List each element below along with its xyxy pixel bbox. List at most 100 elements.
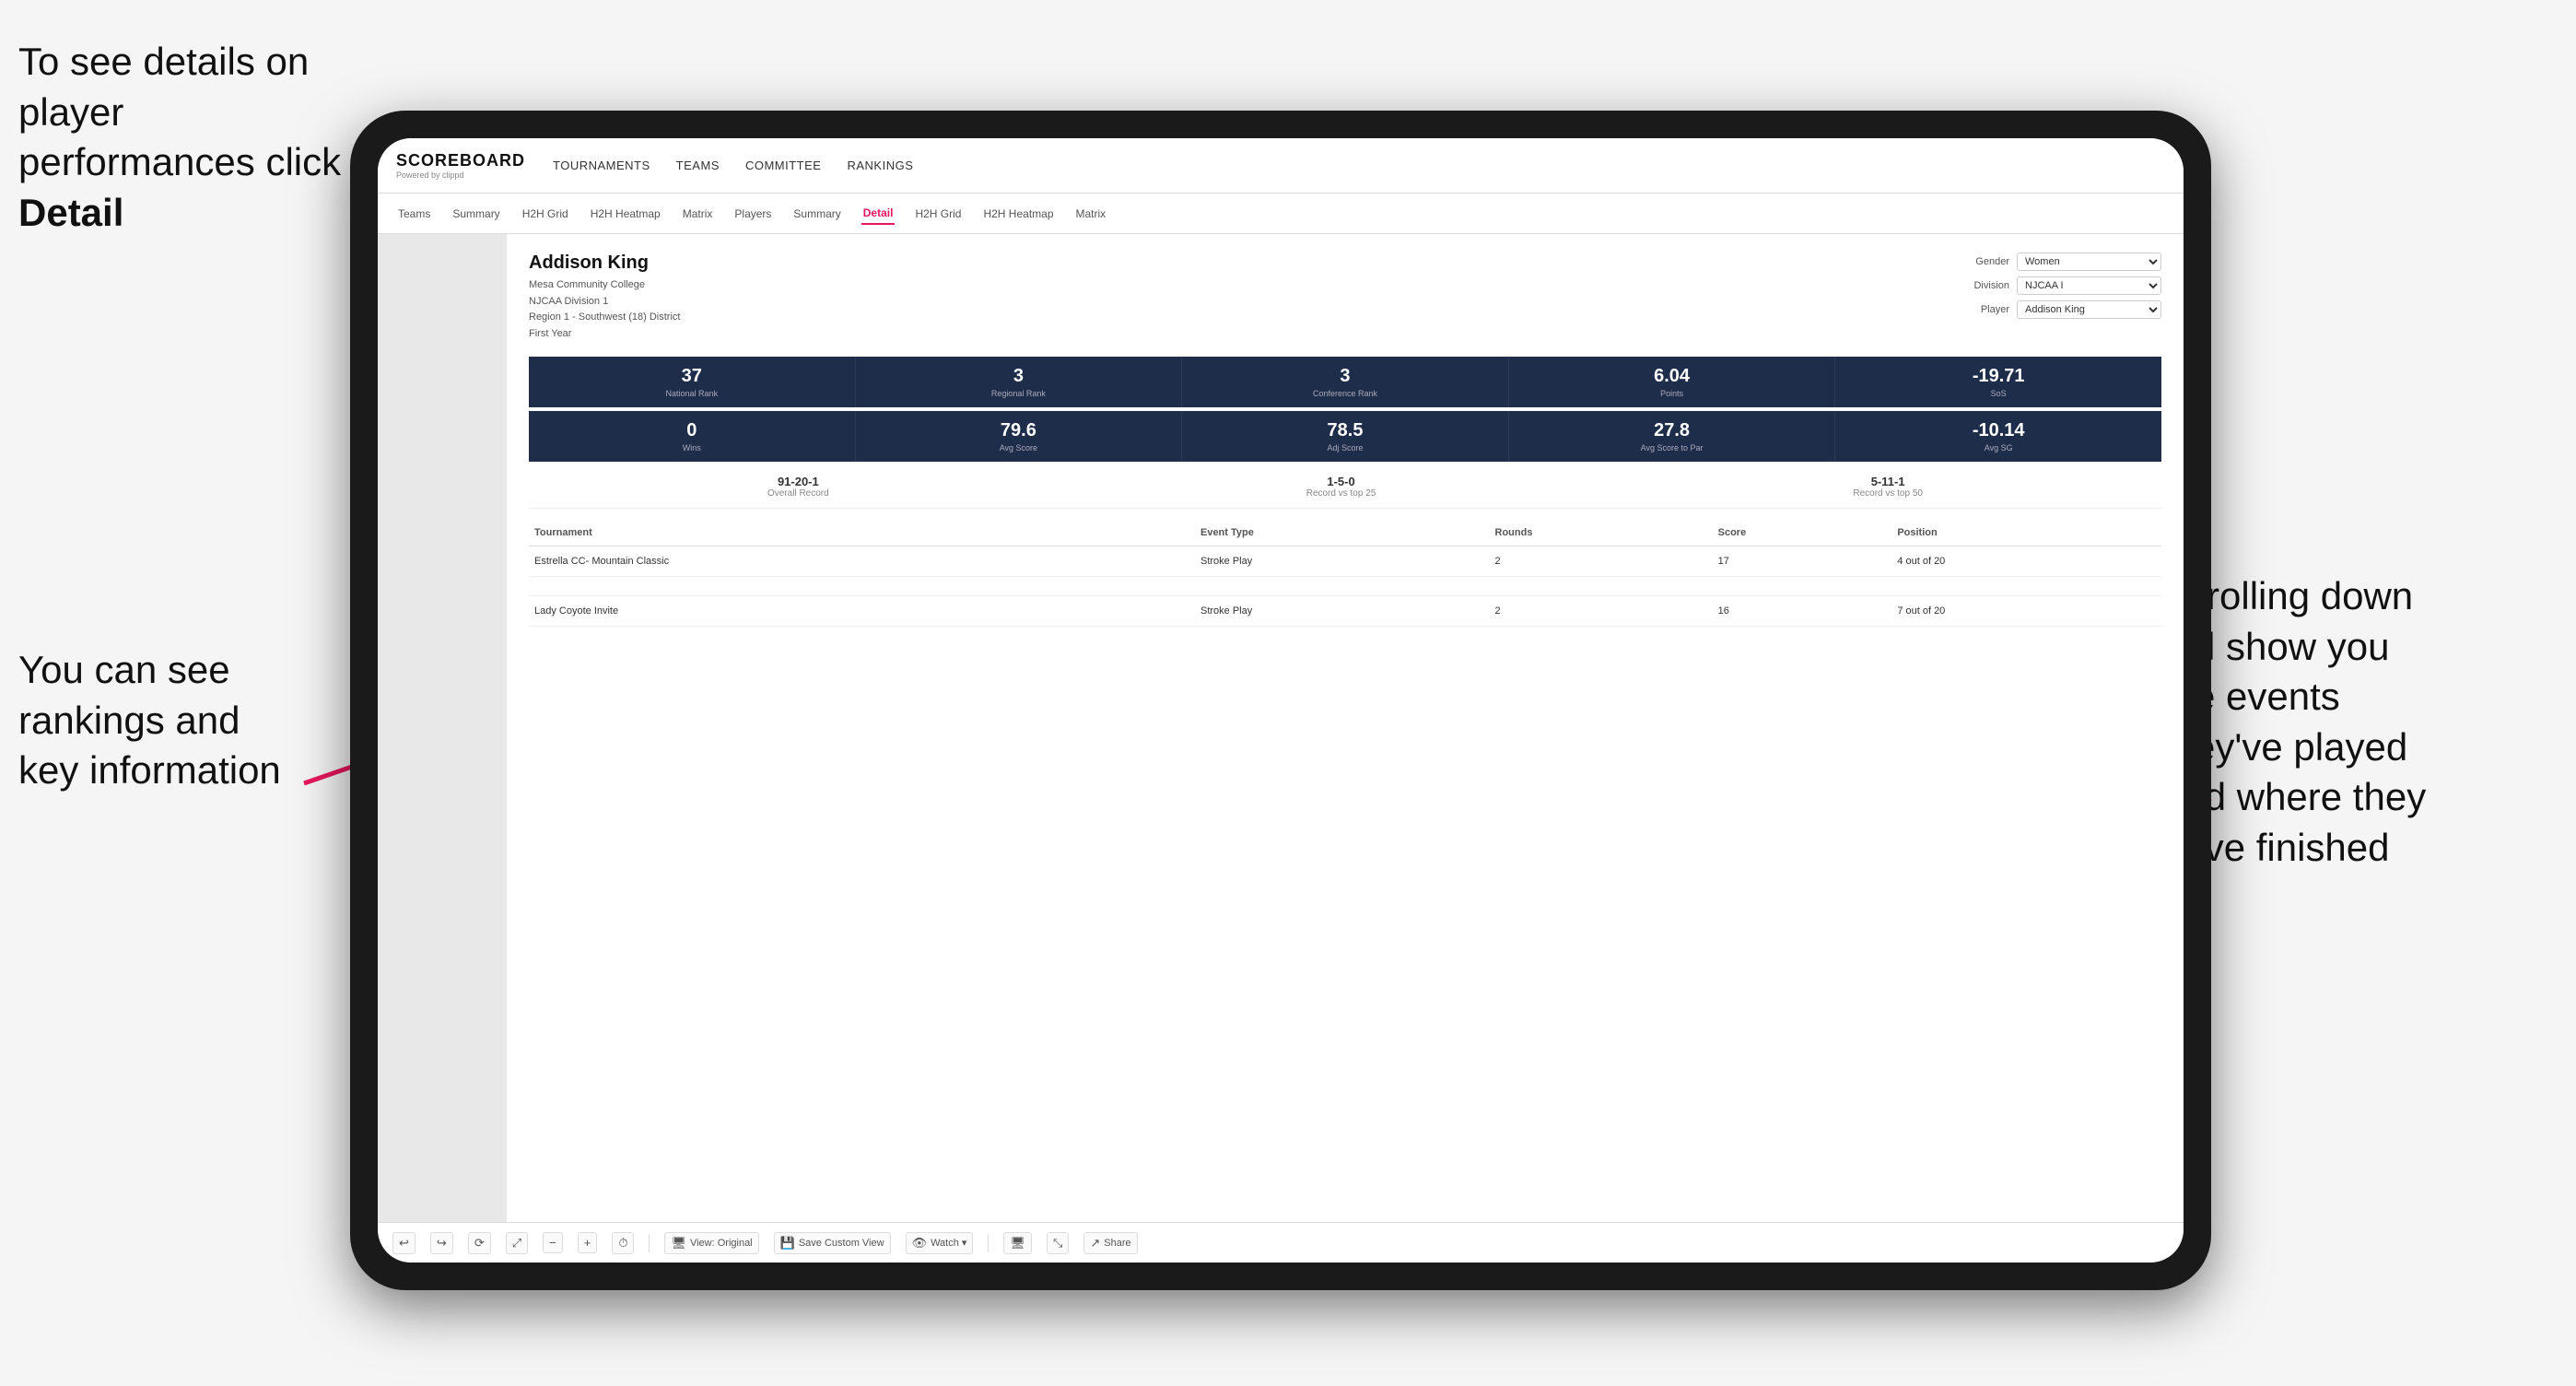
content-panel: Addison King Mesa Community College NJCA… bbox=[507, 234, 2184, 1222]
subnav-summary2[interactable]: Summary bbox=[791, 204, 842, 224]
toolbar-watch-label: Watch ▾ bbox=[931, 1237, 966, 1249]
subnav-teams[interactable]: Teams bbox=[396, 204, 432, 224]
toolbar-expand[interactable]: ⤢ bbox=[506, 1232, 528, 1254]
toolbar-redo[interactable]: ↪ bbox=[430, 1232, 453, 1254]
stat-wins: 0 Wins bbox=[529, 411, 856, 462]
logo-main: SCOREBOARD bbox=[396, 151, 525, 170]
stat-value-avg-score-par: 27.8 bbox=[1516, 420, 1828, 441]
stat-avg-sg: -10.14 Avg SG bbox=[1835, 411, 2161, 462]
subnav-h2h-grid2[interactable]: H2H Grid bbox=[913, 204, 963, 224]
stat-label-points: Points bbox=[1516, 389, 1828, 398]
tournament-table: Tournament Event Type Rounds Score Posit… bbox=[529, 520, 2161, 627]
gender-select[interactable]: Women Men bbox=[2017, 253, 2161, 271]
cell-position-1: 4 out of 20 bbox=[1891, 546, 2161, 577]
stat-value-adj-score: 78.5 bbox=[1189, 420, 1501, 441]
annotation-top-left-text: To see details on player performances cl… bbox=[18, 40, 341, 183]
stat-value-avg-score: 79.6 bbox=[863, 420, 1175, 441]
player-control: Player Addison King bbox=[1959, 300, 2161, 319]
watch-icon: 👁 bbox=[912, 1236, 928, 1251]
stat-sos: -19.71 SoS bbox=[1835, 357, 2161, 407]
division-select[interactable]: NJCAA I NJCAA II bbox=[2017, 276, 2161, 295]
top-nav: SCOREBOARD Powered by clippd TOURNAMENTS… bbox=[378, 138, 2184, 194]
record-value-overall: 91-20-1 bbox=[767, 475, 829, 488]
subnav-matrix[interactable]: Matrix bbox=[681, 204, 715, 224]
cell-event-type-2: Stroke Play bbox=[1195, 596, 1490, 627]
annotation-line2: rankings and bbox=[18, 699, 240, 742]
fullscreen-icon: ⤡ bbox=[1053, 1236, 1062, 1251]
toolbar-zoom-in[interactable]: + bbox=[578, 1232, 598, 1253]
annotation-line3: key information bbox=[18, 748, 281, 792]
undo-icon: ↩ bbox=[399, 1236, 409, 1251]
tablet-frame: SCOREBOARD Powered by clippd TOURNAMENTS… bbox=[350, 111, 2211, 1290]
toolbar-timer[interactable]: ⏱ bbox=[612, 1232, 634, 1254]
zoom-out-icon: − bbox=[549, 1236, 556, 1250]
toolbar-save-label: Save Custom View bbox=[799, 1238, 884, 1249]
stat-adj-score: 78.5 Adj Score bbox=[1182, 411, 1509, 462]
bottom-toolbar: ↩ ↪ ⟳ ⤢ − + ⏱ 🖥 View: Original bbox=[378, 1222, 2184, 1263]
cell-score-1: 17 bbox=[1713, 546, 1892, 577]
nav-teams[interactable]: TEAMS bbox=[676, 155, 720, 176]
cell-rounds-2: 2 bbox=[1490, 596, 1713, 627]
stat-value-conference-rank: 3 bbox=[1189, 366, 1501, 387]
cell-rounds-1: 2 bbox=[1490, 546, 1713, 577]
view-icon: 🖥 bbox=[671, 1236, 686, 1251]
stats-row-1: 37 National Rank 3 Regional Rank 3 Confe… bbox=[529, 357, 2161, 407]
annotation-detail-bold: Detail bbox=[18, 191, 123, 234]
subnav-h2h-grid[interactable]: H2H Grid bbox=[521, 204, 570, 224]
nav-rankings[interactable]: RANKINGS bbox=[847, 155, 913, 176]
player-name: Addison King bbox=[529, 253, 680, 274]
stat-value-sos: -19.71 bbox=[1843, 366, 2154, 387]
subnav-h2h-heatmap2[interactable]: H2H Heatmap bbox=[981, 204, 1055, 224]
stat-conference-rank: 3 Conference Rank bbox=[1182, 357, 1509, 407]
nav-committee[interactable]: COMMITTEE bbox=[745, 155, 822, 176]
logo-sub: Powered by clippd bbox=[396, 170, 525, 180]
toolbar-refresh[interactable]: ⟳ bbox=[468, 1232, 491, 1254]
toolbar-fullscreen[interactable]: ⤡ bbox=[1047, 1232, 1069, 1254]
stat-label-national-rank: National Rank bbox=[536, 389, 848, 398]
cell-tournament-2: Lady Coyote Invite bbox=[529, 596, 1195, 627]
subnav-players[interactable]: Players bbox=[732, 204, 773, 224]
tablet-screen: SCOREBOARD Powered by clippd TOURNAMENTS… bbox=[378, 138, 2184, 1263]
record-label-overall: Overall Record bbox=[767, 488, 829, 499]
table-row: Lady Coyote Invite Stroke Play 2 16 7 ou… bbox=[529, 596, 2161, 627]
main-content: Addison King Mesa Community College NJCA… bbox=[378, 234, 2184, 1222]
player-label: Player bbox=[1959, 304, 2009, 315]
timer-icon: ⏱ bbox=[618, 1236, 627, 1251]
toolbar-share-label: Share bbox=[1104, 1238, 1130, 1249]
zoom-in-icon: + bbox=[584, 1236, 591, 1250]
stat-avg-score: 79.6 Avg Score bbox=[856, 411, 1183, 462]
record-top25: 1-5-0 Record vs top 25 bbox=[1306, 475, 1376, 499]
stat-value-points: 6.04 bbox=[1516, 366, 1828, 387]
nav-tournaments[interactable]: TOURNAMENTS bbox=[553, 155, 650, 176]
redo-icon: ↪ bbox=[437, 1236, 447, 1251]
annotation-top-left: To see details on player performances cl… bbox=[18, 37, 369, 238]
stat-label-adj-score: Adj Score bbox=[1189, 443, 1501, 452]
toolbar-view-original[interactable]: 🖥 View: Original bbox=[664, 1232, 758, 1254]
subnav-matrix2[interactable]: Matrix bbox=[1074, 204, 1108, 224]
toolbar-save-custom-view[interactable]: 💾 Save Custom View bbox=[774, 1232, 891, 1254]
division-label: Division bbox=[1959, 280, 2009, 291]
record-label-top25: Record vs top 25 bbox=[1306, 488, 1376, 499]
player-division: NJCAA Division 1 bbox=[529, 296, 608, 307]
subnav-h2h-heatmap[interactable]: H2H Heatmap bbox=[589, 204, 662, 224]
toolbar-watch[interactable]: 👁 Watch ▾ bbox=[906, 1232, 974, 1254]
record-value-top50: 5-11-1 bbox=[1853, 475, 1923, 488]
stats-row-2: 0 Wins 79.6 Avg Score 78.5 Adj Score 27.… bbox=[529, 411, 2161, 462]
record-label-top50: Record vs top 50 bbox=[1853, 488, 1923, 499]
toolbar-zoom-out[interactable]: − bbox=[543, 1232, 563, 1253]
cell-tournament-spacer bbox=[529, 577, 1195, 596]
toolbar-divider-1 bbox=[649, 1234, 650, 1252]
top-nav-items: TOURNAMENTS TEAMS COMMITTEE RANKINGS bbox=[553, 155, 913, 176]
toolbar-share[interactable]: ↗ Share bbox=[1083, 1232, 1137, 1254]
share-icon: ↗ bbox=[1090, 1236, 1100, 1251]
toolbar-undo[interactable]: ↩ bbox=[392, 1232, 416, 1254]
stat-value-national-rank: 37 bbox=[536, 366, 848, 387]
stat-label-wins: Wins bbox=[536, 443, 848, 452]
annotation-right: Scrolling down will show you the events … bbox=[2161, 571, 2548, 874]
subnav-detail[interactable]: Detail bbox=[861, 203, 896, 225]
player-select[interactable]: Addison King bbox=[2017, 300, 2161, 319]
stat-national-rank: 37 National Rank bbox=[529, 357, 856, 407]
cell-position-2: 7 out of 20 bbox=[1891, 596, 2161, 627]
subnav-summary[interactable]: Summary bbox=[451, 204, 501, 224]
toolbar-screen[interactable]: 🖥 bbox=[1003, 1232, 1032, 1254]
